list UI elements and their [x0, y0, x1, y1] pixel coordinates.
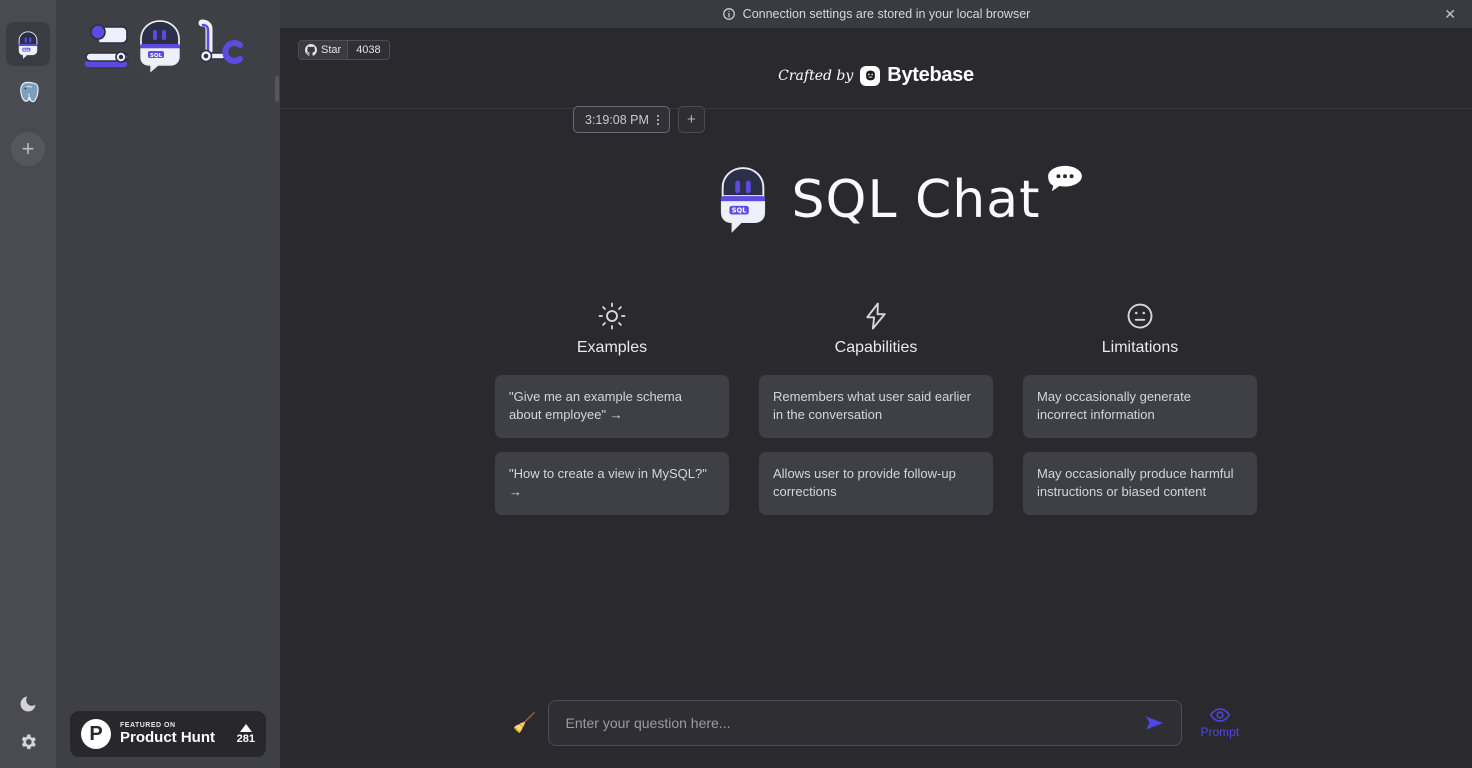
example-card[interactable]: "How to create a view in MySQL?" → — [495, 451, 729, 515]
product-hunt-kicker: FEATURED ON — [120, 721, 176, 729]
product-hunt-count: 281 — [236, 732, 255, 745]
banner-content: Connection settings are stored in your l… — [722, 7, 1031, 21]
capability-card: Remembers what user said earlier in the … — [759, 375, 993, 438]
page-title-wrap: SQL Chat — [791, 165, 1083, 230]
chat-bubble-icon — [1048, 165, 1083, 192]
icon-rail: SQL + — [0, 0, 56, 768]
sun-icon — [597, 299, 627, 333]
add-connection-label: + — [21, 136, 35, 161]
prompt-label: Prompt — [1200, 725, 1240, 739]
column-title: Examples — [576, 339, 648, 356]
prompt-button[interactable]: Prompt — [1200, 707, 1239, 739]
upvote-triangle-icon — [239, 723, 252, 732]
lightning-bolt-icon — [861, 299, 891, 333]
example-card[interactable]: "Give me an example schema about employe… — [495, 375, 729, 438]
sidebar-logo: SQL — [70, 14, 266, 76]
welcome-content: SQL SQL Chat Examples "Give me an exampl… — [280, 109, 1472, 768]
gear-icon[interactable] — [18, 732, 38, 752]
robot-icon: SQL — [720, 167, 765, 233]
crafted-by-bytebase[interactable]: Crafted by Bytebase — [280, 64, 1472, 87]
neutral-face-icon — [1125, 299, 1155, 333]
send-button[interactable] — [1137, 711, 1173, 735]
moon-icon[interactable] — [18, 694, 38, 714]
capability-card: Allows user to provide follow-up correct… — [759, 451, 993, 515]
close-icon[interactable]: ✕ — [1444, 7, 1456, 21]
eye-icon — [1209, 708, 1231, 722]
postgresql-elephant-icon — [20, 81, 39, 103]
github-icon — [305, 44, 317, 56]
github-star-button[interactable]: Star 4038 — [298, 40, 390, 60]
bytebase-brand-name: Bytebase — [887, 64, 974, 86]
product-hunt-upvote[interactable]: 281 — [236, 723, 255, 745]
hero: SQL SQL Chat — [280, 164, 1472, 236]
github-star-left: Star — [299, 41, 348, 59]
conversation-list[interactable] — [70, 76, 266, 768]
message-composer: 🧹 Prompt — [280, 700, 1472, 746]
product-hunt-logo-letter: P — [89, 723, 103, 745]
info-circle-icon — [722, 8, 735, 20]
svg-text:SQL: SQL — [23, 48, 30, 52]
product-hunt-logo-icon: P — [81, 719, 111, 749]
broom-icon[interactable]: 🧹 — [513, 714, 537, 733]
product-hunt-name: Product Hunt — [120, 728, 215, 746]
rail-bottom-actions — [0, 694, 56, 752]
limitation-card: May occasionally produce harmful instruc… — [1023, 451, 1257, 515]
conversation-sidebar: SQL P FEATURED ON Product Hunt 281 — [56, 0, 280, 768]
crafted-by-label: Crafted by — [778, 67, 854, 84]
banner-message: Connection settings are stored in your l… — [742, 7, 1031, 21]
top-bar: Star 4038 Crafted by Bytebase 3:19:08 PM… — [280, 28, 1472, 133]
bytebase-logo-icon — [860, 65, 881, 86]
product-hunt-text: FEATURED ON Product Hunt — [120, 722, 228, 746]
github-star-label: Star — [321, 44, 342, 56]
column-examples: Examples "Give me an example schema abou… — [495, 299, 729, 529]
add-connection-button[interactable]: + — [11, 132, 45, 166]
column-capabilities: Capabilities Remembers what user said ea… — [759, 299, 993, 529]
send-arrow-icon — [1146, 716, 1164, 730]
robot-icon: SQL — [18, 31, 38, 59]
column-title: Capabilities — [834, 339, 918, 356]
question-input[interactable] — [565, 715, 1138, 731]
column-limitations: Limitations May occasionally generate in… — [1023, 299, 1257, 529]
question-input-wrap — [548, 700, 1183, 746]
svg-text:SQL: SQL — [150, 53, 163, 59]
page-title: SQL Chat — [791, 170, 1041, 230]
sidebar-item-postgres-connection[interactable] — [6, 70, 50, 114]
product-hunt-badge[interactable]: P FEATURED ON Product Hunt 281 — [70, 711, 266, 757]
sidebar-item-sql-chat-robot[interactable]: SQL — [6, 22, 50, 66]
app-root: SQL + SQL P FEATURED ON Product Hunt 281… — [0, 0, 1472, 768]
main-area: Connection settings are stored in your l… — [280, 0, 1472, 768]
github-star-count: 4038 — [347, 41, 389, 59]
svg-text:SQL: SQL — [731, 207, 747, 215]
sidebar-scrollbar[interactable] — [275, 76, 279, 102]
bytebase-mark-glyph — [865, 70, 875, 81]
limitation-card: May occasionally generate incorrect info… — [1023, 375, 1257, 438]
column-title: Limitations — [1101, 339, 1179, 356]
local-storage-banner: Connection settings are stored in your l… — [280, 0, 1472, 28]
sql-chat-wordmark-icon: SQL — [85, 19, 243, 73]
welcome-columns: Examples "Give me an example schema abou… — [280, 299, 1472, 529]
